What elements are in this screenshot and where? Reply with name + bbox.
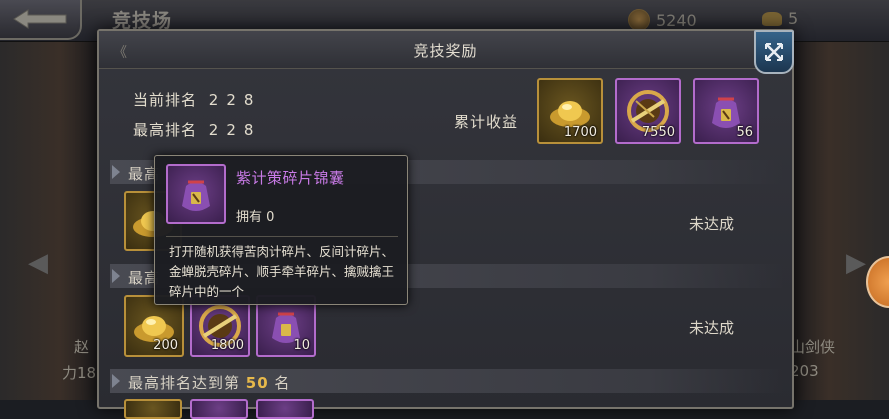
milestone-reward-pouch[interactable] — [256, 399, 314, 419]
item-quantity: 7550 — [641, 125, 675, 140]
ingot-count: 5 — [788, 9, 799, 28]
close-icon — [765, 43, 783, 61]
item-quantity: 1700 — [563, 125, 597, 140]
ingot-counter: 5 — [762, 9, 798, 28]
best-rank-label: 最高排名 — [133, 121, 198, 139]
current-rank: 当前排名 228 — [133, 89, 261, 110]
coin-counter: 5240 — [628, 9, 697, 31]
back-button[interactable] — [0, 0, 82, 40]
tooltip-owned-label: 拥有 — [236, 210, 263, 225]
section-arrow-icon — [112, 374, 120, 388]
earnings-label: 累计收益 — [454, 113, 519, 131]
earning-strategy-shard[interactable]: 7550 — [615, 78, 681, 144]
current-rank-label: 当前排名 — [133, 91, 198, 109]
item-quantity: 10 — [293, 338, 310, 353]
milestone-header: 最高排名达到第 50 名 — [110, 369, 784, 393]
close-button[interactable] — [754, 30, 794, 74]
current-rank-value: 228 — [208, 91, 262, 109]
item-tooltip: 紫计策碎片锦囊 拥有 0 打开随机获得苦肉计碎片、反间计碎片、金蝉脱壳碎片、顺手… — [154, 155, 408, 305]
item-quantity: 200 — [153, 338, 178, 353]
next-arrow-icon[interactable]: ▶ — [846, 248, 866, 278]
tooltip-item-name: 紫计策碎片锦囊 — [236, 169, 345, 187]
back-arrow-icon — [13, 9, 67, 29]
right-character-power: 203 — [790, 362, 819, 380]
earning-gold-ingot[interactable]: 1700 — [537, 78, 603, 144]
dialog-title: 竞技奖励 — [413, 42, 478, 60]
tooltip-item-icon — [166, 164, 226, 224]
dialog-header: 《 竞技奖励 — [99, 31, 792, 69]
item-quantity: 1800 — [210, 338, 244, 353]
milestone-status: 未达成 — [689, 215, 735, 233]
tooltip-description: 打开随机获得苦肉计碎片、反间计碎片、金蝉脱壳碎片、顺手牵羊碎片、擒贼擒王碎片中的… — [169, 244, 395, 299]
prev-arrow-icon[interactable]: ◀ — [28, 248, 48, 278]
earning-purple-pouch[interactable]: 56 — [693, 78, 759, 144]
best-rank-value: 228 — [208, 121, 262, 139]
section-arrow-icon — [112, 269, 120, 283]
left-character-name: 赵 — [74, 338, 90, 356]
right-character-name: 山剑侠 — [790, 338, 836, 356]
ingot-icon — [762, 11, 782, 26]
purple-pouch-icon — [182, 180, 210, 211]
milestone-status: 未达成 — [689, 319, 735, 337]
coin-count: 5240 — [656, 10, 697, 30]
divider — [166, 236, 398, 237]
item-quantity: 56 — [736, 125, 753, 140]
best-rank: 最高排名 228 — [133, 119, 261, 140]
milestone-prefix: 最高排名达到第 — [128, 374, 246, 392]
milestone-suffix: 名 — [268, 374, 291, 392]
coin-icon — [628, 9, 650, 31]
tooltip-owned: 拥有 0 — [236, 206, 274, 225]
milestone-reward-gold[interactable] — [124, 399, 182, 419]
milestone-rank-number: 50 — [245, 374, 269, 392]
section-arrow-icon — [112, 165, 120, 179]
milestone-reward-shard[interactable] — [190, 399, 248, 419]
left-character-power: 力18 — [62, 364, 97, 382]
tooltip-owned-count: 0 — [266, 210, 275, 225]
